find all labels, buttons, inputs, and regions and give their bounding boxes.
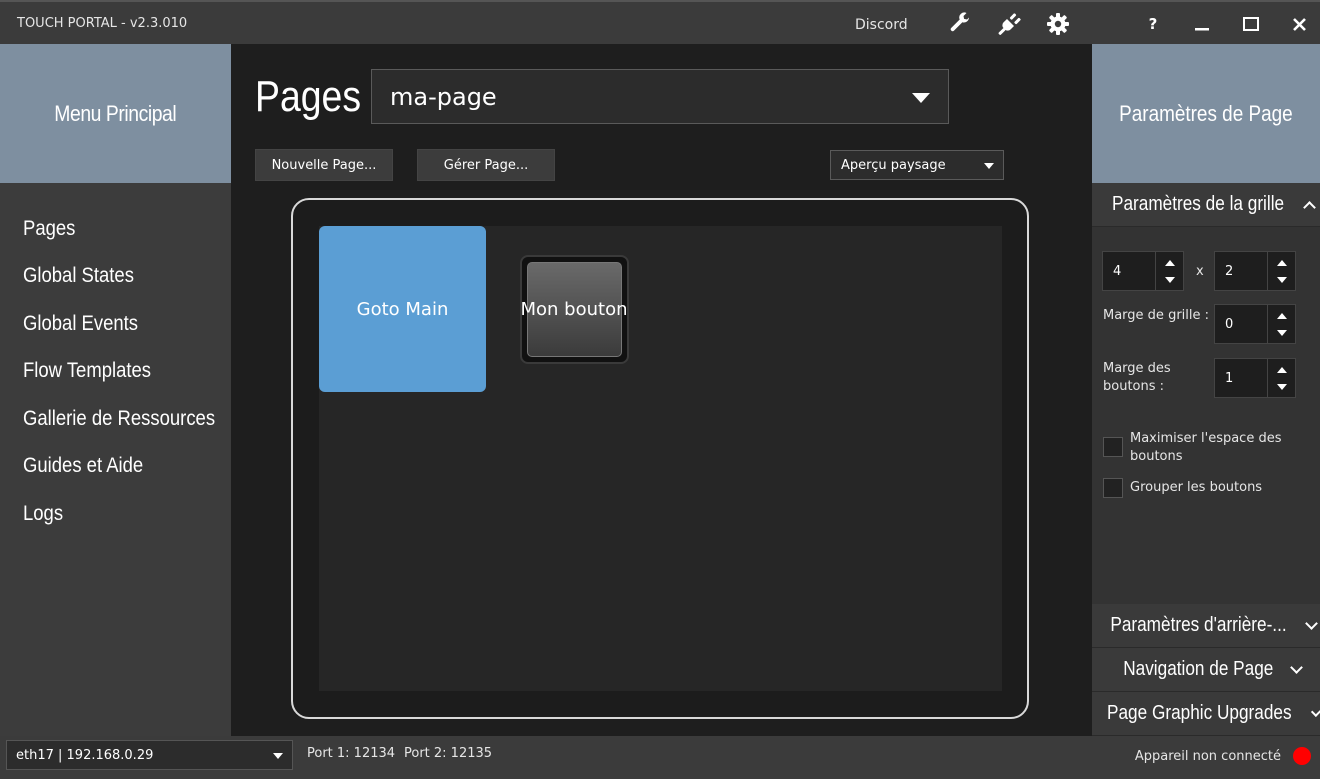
page-title: Pages: [255, 72, 362, 121]
stepper-arrows[interactable]: [1267, 252, 1295, 290]
port-2-label: Port 2: 12135: [404, 746, 493, 761]
page-select[interactable]: ma-page: [371, 69, 949, 124]
plug-icon[interactable]: [997, 12, 1021, 36]
wrench-icon[interactable]: [948, 12, 972, 36]
chevron-down-icon: [273, 753, 283, 759]
manage-page-button[interactable]: Gérer Page...: [417, 149, 555, 181]
group-buttons-label: Grouper les boutons: [1130, 480, 1263, 495]
port-1-label: Port 1: 12134: [307, 746, 396, 761]
chevron-down-icon: [1305, 616, 1318, 630]
button-margin-stepper[interactable]: 1: [1214, 358, 1296, 398]
app-title: TOUCH PORTAL - v2.3.010: [17, 16, 188, 31]
maximize-space-label-1: Maximiser l'espace des: [1130, 431, 1282, 446]
stepper-arrows[interactable]: [1155, 252, 1183, 290]
preview-select-value: Aperçu paysage: [841, 158, 946, 173]
title-bar: TOUCH PORTAL - v2.3.010 Discord ?: [0, 0, 1320, 44]
chevron-up-icon: [1302, 200, 1316, 214]
page-select-value: ma-page: [390, 83, 497, 111]
chevron-down-icon: [984, 163, 994, 169]
chevron-down-icon: [1289, 660, 1303, 674]
sidebar-item-logs[interactable]: Logs: [23, 502, 63, 526]
gear-icon[interactable]: [1046, 12, 1070, 36]
sidebar-item-global-events[interactable]: Global Events: [23, 312, 138, 336]
button-margin-label-1: Marge des: [1103, 361, 1171, 376]
mon-bouton-label: Mon bouton: [520, 299, 628, 320]
sidebar-item-guides-help[interactable]: Guides et Aide: [23, 454, 143, 478]
status-bar: eth17 | 192.168.0.29 Port 1: 12134 Port …: [0, 736, 1320, 779]
page-settings-panel: Paramètres de la grille 4 x 2 Marge de g…: [1092, 183, 1320, 736]
grid-size-separator: x: [1196, 264, 1204, 279]
group-buttons-checkbox[interactable]: [1103, 478, 1123, 498]
main-panel: Pages ma-page Nouvelle Page... Gérer Pag…: [231, 44, 1092, 736]
page-navigation-title: Navigation de Page: [1123, 658, 1274, 680]
page-graphic-upgrades-section-header[interactable]: Page Graphic Upgrades: [1092, 692, 1320, 736]
chevron-down-icon: [1310, 705, 1320, 717]
sidebar-item-resource-gallery[interactable]: Gallerie de Ressources: [23, 407, 215, 431]
maximize-icon[interactable]: [1239, 12, 1263, 36]
connection-status-label: Appareil non connecté: [1134, 749, 1281, 764]
button-grid: Goto Main Mon bouton: [319, 226, 1002, 691]
device-preview: Goto Main Mon bouton: [291, 198, 1029, 719]
grid-margin-label: Marge de grille :: [1103, 308, 1210, 323]
grid-rows-stepper[interactable]: 2: [1214, 251, 1296, 291]
main-menu-title: Menu Principal: [54, 100, 177, 126]
close-icon[interactable]: [1287, 12, 1311, 36]
background-settings-section-header[interactable]: Paramètres d'arrière-...: [1092, 604, 1320, 648]
background-settings-title: Paramètres d'arrière-...: [1110, 614, 1287, 636]
button-margin-label-2: boutons :: [1103, 379, 1165, 394]
grid-settings-section-header[interactable]: Paramètres de la grille: [1092, 183, 1320, 227]
page-settings-header: Paramètres de Page: [1092, 44, 1320, 183]
main-menu-header: Menu Principal: [0, 44, 231, 183]
grid-margin-value: 0: [1225, 317, 1234, 332]
grid-columns-stepper[interactable]: 4: [1102, 251, 1184, 291]
stepper-arrows[interactable]: [1267, 359, 1295, 397]
button-margin-value: 1: [1225, 371, 1234, 386]
maximize-space-checkbox[interactable]: [1103, 437, 1123, 457]
grid-columns-value: 4: [1113, 264, 1122, 279]
grid-settings-title: Paramètres de la grille: [1112, 193, 1285, 215]
sidebar-item-flow-templates[interactable]: Flow Templates: [23, 359, 151, 383]
sidebar: Pages Global States Global Events Flow T…: [0, 183, 231, 736]
chevron-down-icon: [912, 93, 930, 103]
network-interface-select[interactable]: eth17 | 192.168.0.29: [6, 740, 293, 770]
maximize-space-label-2: boutons: [1130, 449, 1183, 464]
grid-rows-value: 2: [1225, 264, 1234, 279]
grid-margin-stepper[interactable]: 0: [1214, 304, 1296, 344]
stepper-arrows[interactable]: [1267, 305, 1295, 343]
sidebar-item-pages[interactable]: Pages: [23, 217, 75, 241]
page-navigation-section-header[interactable]: Navigation de Page: [1092, 648, 1320, 692]
page-settings-title: Paramètres de Page: [1119, 100, 1293, 126]
minimize-icon[interactable]: [1190, 12, 1214, 36]
goto-main-tile[interactable]: Goto Main: [319, 226, 486, 392]
preview-orientation-select[interactable]: Aperçu paysage: [830, 150, 1004, 180]
connection-status-indicator: [1293, 747, 1311, 765]
network-interface-value: eth17 | 192.168.0.29: [16, 748, 154, 763]
help-icon[interactable]: ?: [1141, 12, 1165, 36]
sidebar-item-global-states[interactable]: Global States: [23, 264, 134, 288]
discord-link[interactable]: Discord: [855, 17, 908, 33]
new-page-button[interactable]: Nouvelle Page...: [255, 149, 393, 181]
page-graphic-upgrades-title: Page Graphic Upgrades: [1107, 702, 1292, 724]
